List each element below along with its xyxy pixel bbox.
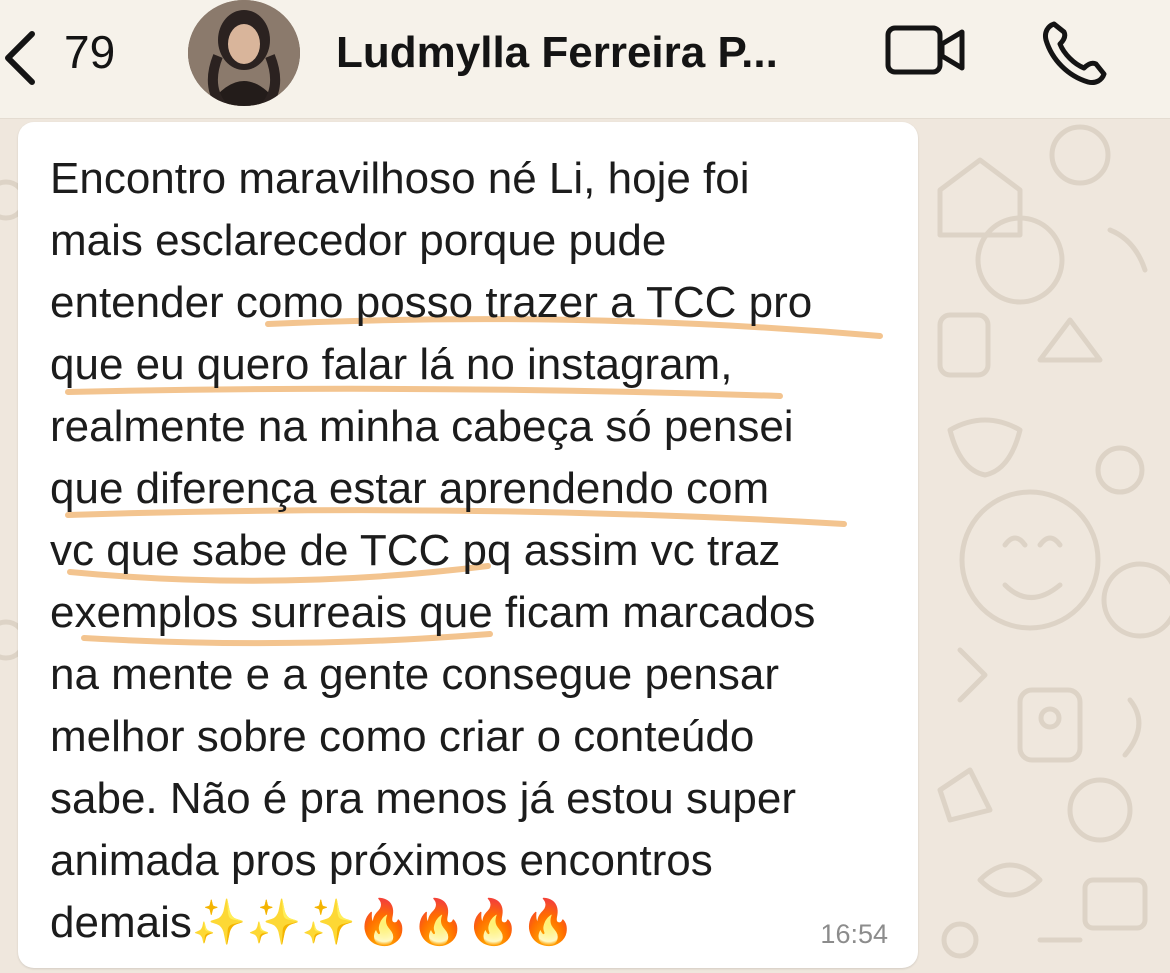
message-bubble[interactable]: Encontro maravilhoso né Li, hoje foi mai… — [18, 122, 918, 968]
phone-icon — [1043, 21, 1107, 85]
message-line: vc que sabe de TCC pq assim vc traz — [50, 526, 781, 575]
voice-call-button[interactable] — [1040, 18, 1112, 86]
message-line: Encontro maravilhoso né Li, hoje foi — [50, 154, 750, 203]
message-line: animada pros próximos encontros — [50, 836, 713, 885]
message-text: Encontro maravilhoso né Li, hoje foi mai… — [50, 148, 920, 954]
message-line: realmente na minha cabeça só pensei — [50, 402, 794, 451]
message-line: mais esclarecedor porque pude — [50, 216, 667, 265]
avatar-image — [188, 0, 300, 106]
unread-count: 79 — [64, 26, 116, 78]
message-line: que diferença estar aprendendo com — [50, 464, 770, 513]
message-line: melhor sobre como criar o conteúdo — [50, 712, 755, 761]
message-timestamp: 16:54 — [820, 919, 888, 949]
video-camera-icon — [885, 25, 965, 75]
avatar[interactable] — [188, 0, 300, 106]
message-line: sabe. Não é pra menos já estou super — [50, 774, 797, 823]
contact-name[interactable]: Ludmylla Ferreira P... — [336, 26, 856, 80]
video-call-button[interactable] — [884, 24, 968, 76]
message-line: que eu quero falar lá no instagram, — [50, 340, 733, 389]
back-button[interactable]: 79 — [0, 18, 160, 88]
chevron-left-icon — [5, 31, 35, 85]
message-line: exemplos surreais que ficam marcados — [50, 588, 816, 637]
message-line: entender como posso trazer a TCC pro — [50, 278, 813, 327]
message-line: demais✨✨✨🔥🔥🔥🔥 — [50, 898, 576, 947]
chat-header: 79 Ludmylla Ferreira P... — [0, 0, 1170, 119]
message-line: na mente e a gente consegue pensar — [50, 650, 779, 699]
